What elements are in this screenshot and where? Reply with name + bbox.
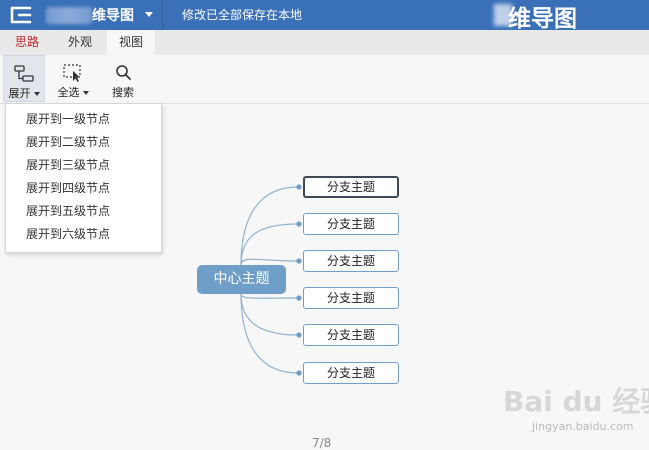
menu-item-expand-level-6[interactable]: 展开到六级节点	[6, 223, 161, 246]
expand-dropdown-menu: 展开到一级节点 展开到二级节点 展开到三级节点 展开到四级节点 展开到五级节点 …	[5, 103, 162, 253]
watermark-main: Bai du 经验	[503, 385, 649, 418]
menu-item-expand-level-2[interactable]: 展开到二级节点	[6, 131, 161, 154]
menu-item-expand-level-5[interactable]: 展开到五级节点	[6, 200, 161, 223]
branch-topic-3[interactable]: 分支主题	[303, 250, 399, 272]
branch-topic-6[interactable]: 分支主题	[303, 362, 399, 384]
menu-item-expand-level-1[interactable]: 展开到一级节点	[6, 108, 161, 131]
watermark-sub: jingyan.baidu.com	[532, 420, 634, 433]
central-topic[interactable]: 中心主题	[197, 265, 286, 294]
page-indicator: 7/8	[312, 436, 332, 450]
branch-topic-4[interactable]: 分支主题	[303, 287, 399, 309]
menu-item-expand-level-3[interactable]: 展开到三级节点	[6, 154, 161, 177]
branch-topic-5[interactable]: 分支主题	[303, 324, 399, 346]
branch-topic-2[interactable]: 分支主题	[303, 213, 399, 235]
menu-item-expand-level-4[interactable]: 展开到四级节点	[6, 177, 161, 200]
branch-topic-1[interactable]: 分支主题	[303, 176, 399, 198]
